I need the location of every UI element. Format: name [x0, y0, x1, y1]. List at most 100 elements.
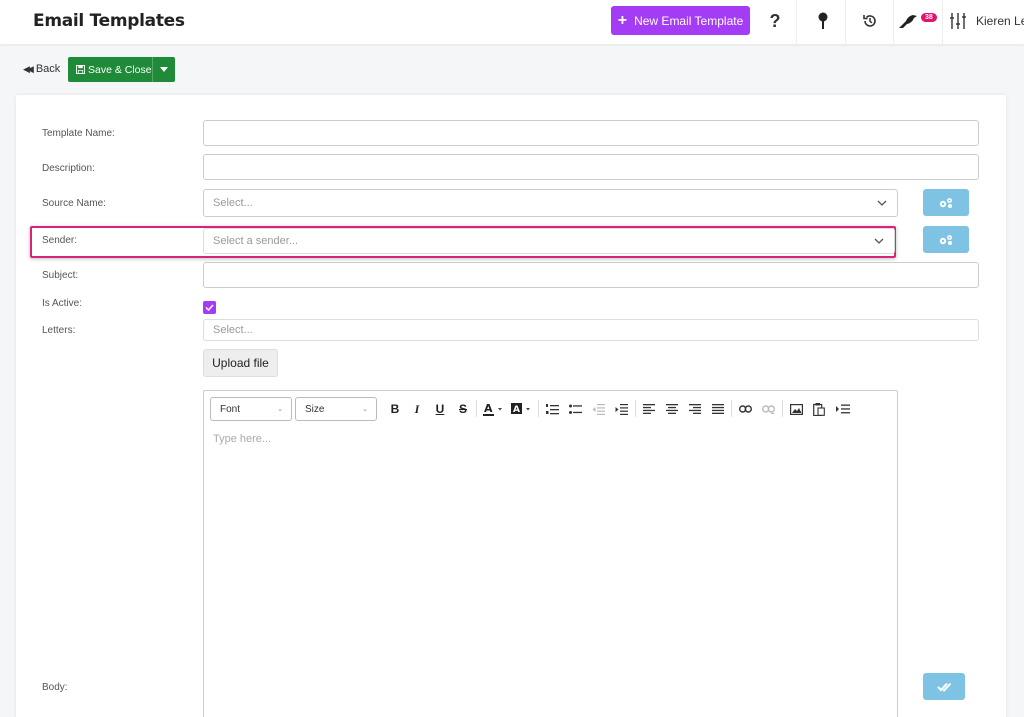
save-options-dropdown[interactable]	[152, 57, 175, 82]
body-label: Body:	[42, 682, 68, 693]
back-button[interactable]: ◀◀ Back	[23, 63, 60, 75]
source-name-select[interactable]: Select...	[203, 189, 898, 217]
background-color-button[interactable]: A	[511, 401, 533, 417]
outdent-button[interactable]	[591, 401, 605, 417]
header-divider	[942, 0, 943, 44]
help-icon[interactable]: ?	[766, 8, 784, 34]
double-check-icon	[936, 682, 951, 692]
indent-icon	[615, 403, 628, 415]
sender-select[interactable]: Select a sender...	[203, 228, 895, 254]
plus-icon: +	[617, 11, 628, 29]
bullet-list-icon	[568, 404, 582, 414]
save-close-label: Save & Close	[88, 63, 152, 76]
ordered-list-button[interactable]	[545, 401, 559, 417]
italic-button[interactable]: I	[411, 401, 423, 417]
link-icon	[738, 405, 752, 413]
chevron-down-icon: ⌄	[277, 406, 283, 413]
template-name-input[interactable]	[203, 120, 979, 146]
toolbar-divider	[731, 400, 732, 417]
check-icon	[205, 304, 214, 311]
chevron-down-icon	[874, 238, 884, 244]
editor-placeholder[interactable]: Type here...	[213, 433, 271, 445]
template-name-label: Template Name:	[42, 128, 115, 139]
insert-rule-icon	[836, 404, 850, 414]
notification-badge: 38	[921, 13, 937, 22]
toolbar-divider	[635, 400, 636, 417]
size-select-label: Size	[305, 403, 325, 415]
svg-text:A: A	[513, 405, 520, 415]
new-email-template-label: New Email Template	[634, 13, 744, 28]
subject-label: Subject:	[42, 270, 79, 281]
paste-button[interactable]	[812, 401, 826, 417]
back-arrow-icon: ◀◀	[23, 63, 34, 74]
subject-input[interactable]	[203, 262, 979, 288]
toolbar-divider	[538, 400, 539, 417]
unlink-icon	[761, 404, 775, 414]
new-email-template-button[interactable]: + New Email Template	[611, 6, 750, 35]
settings-sliders-icon[interactable]	[949, 8, 967, 34]
align-left-button[interactable]	[642, 401, 655, 417]
is-active-label: Is Active:	[42, 298, 83, 309]
source-name-label: Source Name:	[42, 198, 106, 209]
upload-file-button[interactable]: Upload file	[203, 349, 278, 377]
rich-text-editor: Font ⌄ Size ⌄ B I U S A A Type here...	[203, 390, 898, 717]
letters-select[interactable]: Select...	[203, 319, 979, 341]
apply-body-button[interactable]	[923, 673, 965, 700]
background-color-icon: A	[511, 403, 530, 415]
size-select[interactable]: Size ⌄	[295, 397, 377, 421]
source-settings-button[interactable]	[923, 189, 969, 216]
font-select[interactable]: Font ⌄	[210, 397, 292, 421]
header-divider	[893, 0, 894, 44]
text-color-button[interactable]: A	[483, 401, 505, 417]
gears-icon	[939, 197, 952, 208]
svg-text:A: A	[484, 402, 493, 415]
page-title: Email Templates	[33, 11, 185, 31]
chevron-down-icon: ⌄	[362, 406, 368, 413]
insert-link-button[interactable]	[738, 401, 752, 417]
save-close-button-group: Save & Close	[68, 57, 175, 82]
sender-placeholder: Select a sender...	[213, 235, 298, 247]
align-center-icon	[665, 404, 678, 414]
gears-icon	[939, 234, 952, 245]
text-color-icon: A	[483, 402, 502, 416]
align-center-button[interactable]	[665, 401, 678, 417]
sender-settings-button[interactable]	[923, 226, 969, 253]
save-close-button[interactable]: Save & Close	[68, 57, 152, 82]
bullet-list-button[interactable]	[568, 401, 582, 417]
history-icon[interactable]	[861, 8, 879, 34]
user-name[interactable]: Kieren Le C	[976, 14, 1024, 28]
insert-image-button[interactable]	[789, 401, 803, 417]
align-right-button[interactable]	[688, 401, 701, 417]
letters-label: Letters:	[42, 325, 76, 336]
save-icon	[76, 65, 85, 74]
description-label: Description:	[42, 163, 95, 174]
justify-icon	[711, 404, 724, 414]
letters-placeholder: Select...	[213, 324, 253, 336]
justify-button[interactable]	[711, 401, 724, 417]
align-right-icon	[688, 404, 701, 414]
strikethrough-button[interactable]: S	[457, 401, 469, 417]
align-left-icon	[642, 404, 655, 414]
header-divider	[845, 0, 846, 44]
bold-button[interactable]: B	[389, 401, 401, 417]
is-active-checkbox[interactable]	[203, 301, 216, 314]
remove-link-button[interactable]	[761, 401, 775, 417]
font-select-label: Font	[220, 403, 241, 415]
caret-down-icon	[160, 67, 168, 72]
ordered-list-icon	[545, 403, 559, 414]
clipboard-icon	[813, 402, 825, 416]
crow-icon[interactable]	[897, 8, 919, 34]
insert-horizontal-rule-button[interactable]	[835, 401, 851, 417]
outdent-icon	[592, 403, 605, 415]
indent-button[interactable]	[614, 401, 628, 417]
back-label: Back	[35, 63, 61, 75]
pin-icon[interactable]	[815, 8, 831, 34]
description-input[interactable]	[203, 154, 979, 180]
chevron-down-icon	[877, 200, 887, 206]
sender-label: Sender:	[42, 235, 78, 246]
top-bar: Email Templates + New Email Template ? 3…	[0, 0, 1024, 44]
toolbar-divider	[476, 400, 477, 417]
underline-button[interactable]: U	[434, 401, 446, 417]
header-divider	[796, 0, 797, 44]
source-name-placeholder: Select...	[213, 197, 253, 209]
